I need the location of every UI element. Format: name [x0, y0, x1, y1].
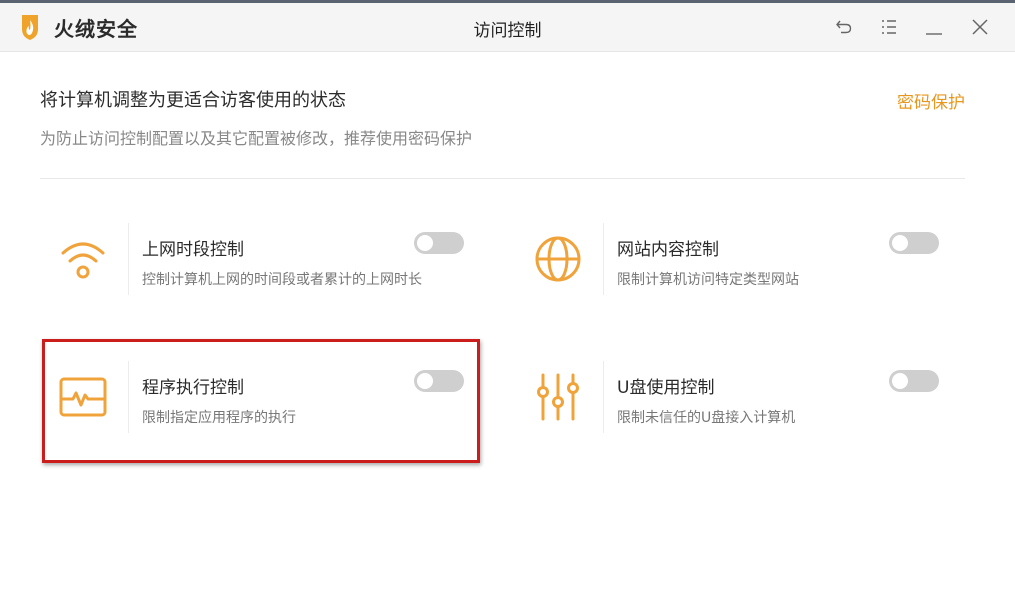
website-content-toggle[interactable] [889, 232, 939, 254]
highlight-box [42, 339, 480, 463]
menu-icon [882, 20, 896, 34]
card-separator [128, 223, 129, 295]
toggle-knob [892, 235, 908, 251]
page-header: 将计算机调整为更适合访客使用的状态 为防止访问控制配置以及其它配置被修改，推荐使… [40, 86, 965, 149]
minimize-button[interactable] [920, 13, 948, 41]
back-button[interactable] [830, 13, 858, 41]
toggle-knob [417, 235, 433, 251]
back-icon [836, 20, 852, 34]
globe-icon [515, 223, 601, 295]
feature-description: 控制计算机上网的时间段或者累计的上网时长 [142, 272, 422, 288]
minimize-icon [926, 33, 942, 35]
divider [40, 178, 965, 179]
internet-time-toggle[interactable] [414, 232, 464, 254]
password-protect-link[interactable]: 密码保护 [897, 88, 965, 113]
card-separator [603, 223, 604, 295]
feature-description: 限制计算机访问特定类型网站 [617, 272, 799, 288]
close-button[interactable] [966, 13, 994, 41]
feature-title: U盘使用控制 [617, 378, 715, 398]
menu-button[interactable] [875, 13, 903, 41]
card-separator [603, 361, 604, 433]
feature-card-usb-control: U盘使用控制 限制未信任的U盘接入计算机 [515, 361, 955, 451]
feature-title: 上网时段控制 [142, 240, 244, 260]
feature-card-website-content: 网站内容控制 限制计算机访问特定类型网站 [515, 223, 955, 313]
page-subtitle: 为防止访问控制配置以及其它配置被修改，推荐使用密码保护 [40, 129, 473, 148]
feature-title: 网站内容控制 [617, 240, 719, 260]
toggle-knob [892, 373, 908, 389]
window-title: 访问控制 [473, 21, 542, 41]
feature-card-internet-time: 上网时段控制 控制计算机上网的时间段或者累计的上网时长 [40, 223, 480, 313]
wifi-icon [40, 223, 126, 295]
feature-description: 限制未信任的U盘接入计算机 [617, 410, 796, 426]
sliders-icon [515, 361, 601, 433]
usb-control-toggle[interactable] [889, 370, 939, 392]
close-icon [972, 19, 988, 35]
title-bar: 火绒安全 访问控制 [0, 3, 1015, 52]
page-title: 将计算机调整为更适合访客使用的状态 [40, 90, 346, 111]
